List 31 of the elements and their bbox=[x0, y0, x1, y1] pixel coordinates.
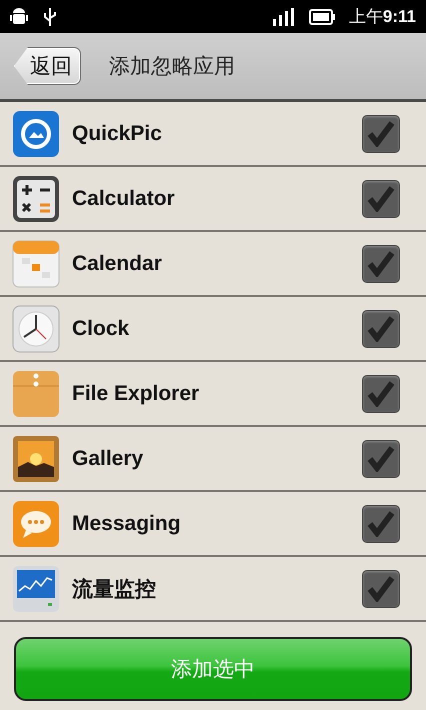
app-name: 流量监控 bbox=[72, 576, 157, 602]
app-name: Calculator bbox=[72, 186, 176, 210]
checkbox[interactable] bbox=[362, 180, 400, 218]
calendar-icon bbox=[12, 240, 60, 288]
status-time: 上午9:11 bbox=[348, 6, 416, 28]
android-icon bbox=[10, 6, 28, 26]
checkbox[interactable] bbox=[362, 504, 400, 542]
app-name: File Explorer bbox=[72, 382, 200, 406]
back-button[interactable]: 返回 bbox=[14, 47, 81, 85]
app-name: Clock bbox=[72, 316, 130, 340]
checkbox[interactable] bbox=[362, 310, 400, 348]
checkbox[interactable] bbox=[362, 440, 400, 478]
battery-icon bbox=[308, 8, 335, 24]
app-name: Gallery bbox=[72, 446, 144, 470]
signal-icon bbox=[272, 8, 295, 26]
clock-icon bbox=[12, 304, 60, 352]
usb-icon bbox=[42, 6, 58, 26]
monitor-chart-icon bbox=[12, 564, 60, 612]
checkbox[interactable] bbox=[362, 570, 400, 608]
speech-bubble-icon bbox=[12, 500, 60, 548]
gallery-icon bbox=[12, 434, 60, 482]
app-name: Messaging bbox=[72, 512, 182, 536]
camera-app-icon bbox=[12, 110, 60, 158]
checkbox[interactable] bbox=[362, 114, 400, 152]
app-name: Calendar bbox=[72, 252, 163, 276]
app-name: QuickPic bbox=[72, 122, 163, 146]
checkbox[interactable] bbox=[362, 244, 400, 282]
folder-icon bbox=[12, 370, 60, 418]
calculator-icon bbox=[12, 174, 60, 222]
page-title: 添加忽略应用 bbox=[109, 53, 235, 80]
checkbox[interactable] bbox=[362, 374, 400, 412]
